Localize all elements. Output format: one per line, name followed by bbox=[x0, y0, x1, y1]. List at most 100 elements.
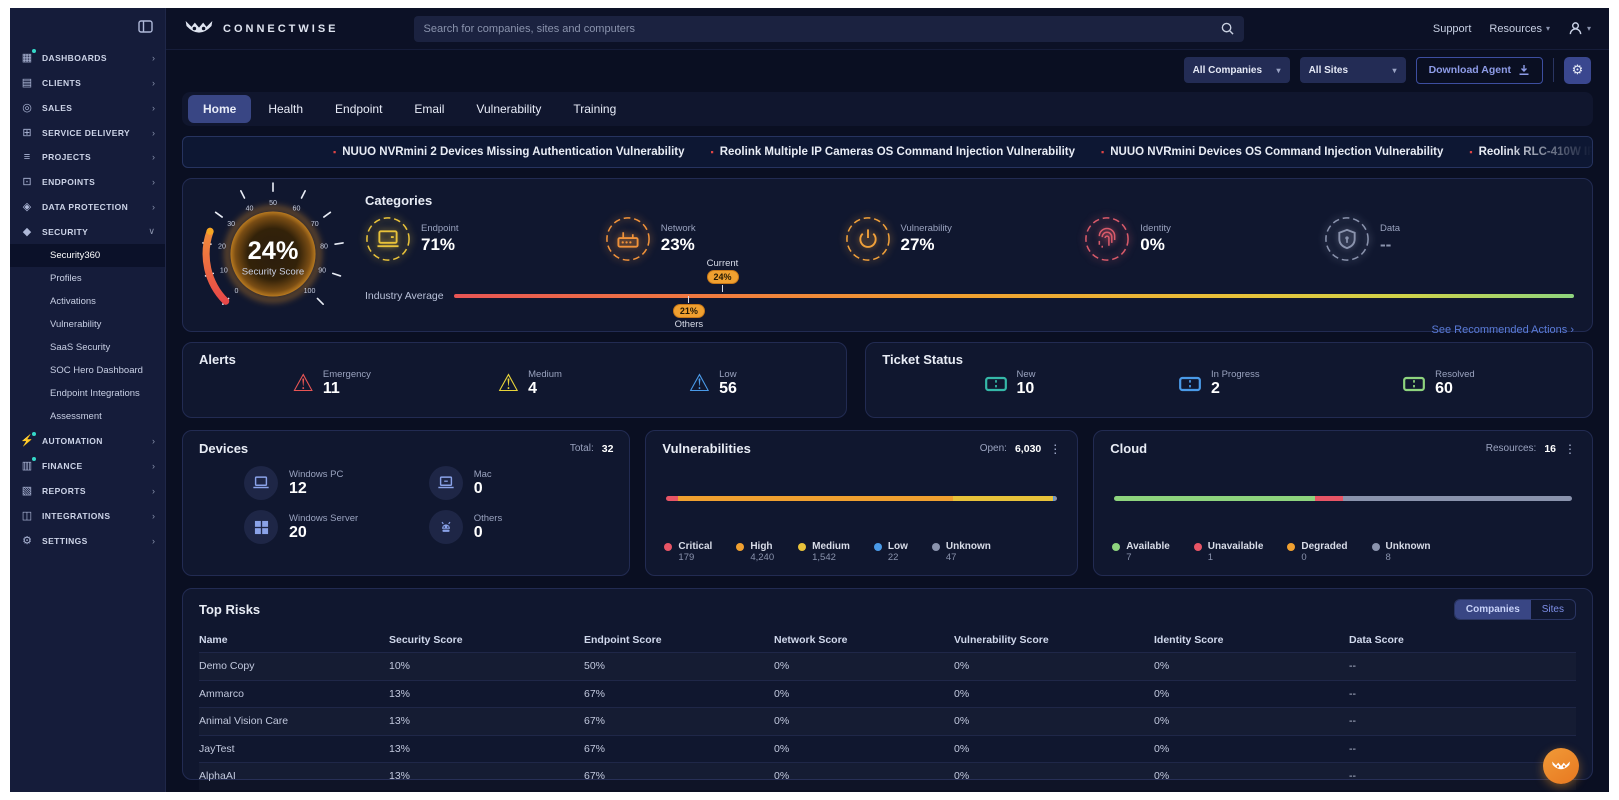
tab[interactable]: Vulnerability bbox=[461, 95, 556, 123]
tab[interactable]: Training bbox=[558, 95, 631, 123]
sidebar-subitem[interactable]: SaaS Security bbox=[10, 336, 165, 359]
fingerprint-icon bbox=[1084, 216, 1130, 262]
sidebar-item[interactable]: ▦ DASHBOARDS › bbox=[10, 45, 165, 70]
sidebar-item[interactable]: ≡ PROJECTS › bbox=[10, 145, 165, 169]
sidebar-item[interactable]: ▧ REPORTS › bbox=[10, 478, 165, 503]
chevron-down-icon: ▾ bbox=[1546, 24, 1550, 33]
bar-segment bbox=[678, 496, 953, 501]
vulnerability-ticker: ▪NUUO NVRmini 2 Devices Missing Authenti… bbox=[182, 136, 1593, 168]
column-header: Name bbox=[199, 634, 389, 646]
sidebar-item-label: SALES bbox=[42, 103, 144, 113]
sidebar-subitem[interactable]: Vulnerability bbox=[10, 313, 165, 336]
legend-item: Low22 bbox=[874, 541, 908, 563]
screenshot-frame: ▦ DASHBOARDS › ▤ CLIENTS › ◎ SALES › ⊞ S… bbox=[0, 0, 1619, 800]
sidebar-item[interactable]: ◈ DATA PROTECTION › bbox=[10, 194, 165, 219]
companies-filter-dropdown[interactable]: All Companies▾ bbox=[1184, 57, 1290, 83]
vulnerabilities-title: Vulnerabilities bbox=[662, 441, 750, 456]
notification-dot bbox=[32, 432, 36, 436]
table-row[interactable]: Ammarco 13% 67% 0% 0% 0% -- bbox=[199, 680, 1576, 708]
download-icon bbox=[1518, 64, 1530, 76]
sidebar-item-label: SETTINGS bbox=[42, 536, 144, 546]
table-row[interactable]: Demo Copy 10% 50% 0% 0% 0% -- bbox=[199, 652, 1576, 680]
search-icon[interactable] bbox=[1221, 22, 1234, 35]
sidebar-collapse-icon[interactable] bbox=[138, 20, 153, 33]
connectwise-chat-button[interactable] bbox=[1543, 748, 1579, 784]
sidebar-item[interactable]: ◫ INTEGRATIONS › bbox=[10, 503, 165, 528]
sidebar-item[interactable]: ◎ SALES › bbox=[10, 95, 165, 120]
support-link[interactable]: Support bbox=[1433, 23, 1472, 35]
device-mac: Mac0 bbox=[429, 466, 594, 500]
categories-title: Categories bbox=[365, 185, 1574, 208]
cell-data-score: -- bbox=[1349, 660, 1576, 672]
cell-network-score: 0% bbox=[774, 715, 954, 727]
dashboard-content: HomeHealthEndpointEmailVulnerabilityTrai… bbox=[166, 90, 1609, 792]
cell-name: Ammarco bbox=[199, 688, 389, 700]
tabs-group: HomeHealthEndpointEmailVulnerabilityTrai… bbox=[188, 95, 631, 123]
sidebar-item[interactable]: ◆ SECURITY ∨ bbox=[10, 219, 165, 244]
ticker-item[interactable]: ▪Reolink Multiple IP Cameras OS Command … bbox=[711, 146, 1076, 158]
ticket-stat: Resolved60 bbox=[1402, 369, 1475, 398]
sidebar-item-icon: ≡ bbox=[20, 151, 34, 163]
sidebar-item[interactable]: ▤ CLIENTS › bbox=[10, 70, 165, 95]
see-recommended-actions-link[interactable]: See Recommended Actions › bbox=[1432, 324, 1574, 336]
tab[interactable]: Home bbox=[188, 95, 251, 123]
cell-name: Animal Vision Care bbox=[199, 715, 389, 727]
legend-item: High4,240 bbox=[736, 541, 774, 563]
search-input[interactable] bbox=[424, 23, 1221, 35]
sidebar-item[interactable]: ⊞ SERVICE DELIVERY › bbox=[10, 120, 165, 145]
bar-segment bbox=[666, 496, 678, 501]
category-endpoint: Endpoint71% bbox=[365, 216, 555, 262]
sites-filter-dropdown[interactable]: All Sites▾ bbox=[1300, 57, 1406, 83]
ticker-item[interactable]: ▪NUUO NVRmini 2 Devices Missing Authenti… bbox=[333, 146, 685, 158]
tab[interactable]: Endpoint bbox=[320, 95, 397, 123]
table-row[interactable]: JayTest 13% 67% 0% 0% 0% -- bbox=[199, 735, 1576, 763]
sidebar-item[interactable]: ▥ FINANCE › bbox=[10, 453, 165, 478]
sidebar-item-icon: ◫ bbox=[20, 509, 34, 522]
sidebar-item-icon: ▦ bbox=[20, 51, 34, 64]
toggle-option[interactable]: Sites bbox=[1531, 600, 1575, 619]
resources-menu[interactable]: Resources▾ bbox=[1489, 23, 1550, 35]
tab[interactable]: Email bbox=[399, 95, 459, 123]
bar-segment bbox=[1343, 496, 1572, 501]
divider bbox=[1553, 58, 1554, 82]
sidebar-bottom-group: ⚡ AUTOMATION › ▥ FINANCE › ▧ REPORTS › ◫… bbox=[10, 428, 165, 553]
sidebar-item[interactable]: ⚡ AUTOMATION › bbox=[10, 428, 165, 453]
sidebar-subitem[interactable]: SOC Hero Dashboard bbox=[10, 359, 165, 382]
table-row[interactable]: Animal Vision Care 13% 67% 0% 0% 0% -- bbox=[199, 707, 1576, 735]
cell-endpoint-score: 67% bbox=[584, 715, 774, 727]
sidebar-subitem[interactable]: Profiles bbox=[10, 267, 165, 290]
cell-network-score: 0% bbox=[774, 770, 954, 782]
sidebar-subitem[interactable]: Endpoint Integrations bbox=[10, 382, 165, 405]
kebab-menu-icon[interactable]: ⋮ bbox=[1049, 442, 1061, 456]
sidebar-subitem[interactable]: Activations bbox=[10, 290, 165, 313]
cell-identity-score: 0% bbox=[1154, 743, 1349, 755]
legend-dot bbox=[874, 543, 882, 551]
tab[interactable]: Health bbox=[253, 95, 318, 123]
filter-row: All Companies▾ All Sites▾ Download Agent… bbox=[166, 50, 1609, 90]
industry-average-bar bbox=[454, 294, 1574, 298]
ticket-status-card: Ticket Status New10 bbox=[865, 342, 1593, 418]
toggle-option[interactable]: Companies bbox=[1455, 600, 1531, 619]
svg-text:20: 20 bbox=[218, 242, 226, 250]
sidebar-item[interactable]: ⚙ SETTINGS › bbox=[10, 528, 165, 553]
current-value-badge: 24% bbox=[706, 270, 738, 284]
download-agent-button[interactable]: Download Agent bbox=[1416, 57, 1543, 84]
svg-text:70: 70 bbox=[311, 220, 319, 228]
sidebar-item-icon: ⚙ bbox=[20, 534, 34, 547]
sidebar-subitem[interactable]: Security360 bbox=[10, 244, 165, 267]
dashboard-settings-button[interactable]: ⚙ bbox=[1564, 57, 1591, 84]
legend-item: Available7 bbox=[1112, 541, 1170, 563]
ticker-item[interactable]: ▪Reolink RLC-410W IP Camera OS Command I… bbox=[1469, 146, 1593, 158]
table-row[interactable]: AlphaAI 13% 67% 0% 0% 0% -- bbox=[199, 762, 1576, 790]
chevron-icon: › bbox=[152, 103, 155, 113]
cell-security-score: 13% bbox=[389, 688, 584, 700]
cell-identity-score: 0% bbox=[1154, 770, 1349, 782]
kebab-menu-icon[interactable]: ⋮ bbox=[1564, 442, 1576, 456]
warning-triangle-icon: ⚠ bbox=[689, 372, 711, 396]
ticker-item[interactable]: ▪NUUO NVRmini Devices OS Command Injecti… bbox=[1101, 146, 1443, 158]
windows-icon bbox=[254, 520, 269, 535]
sidebar-item[interactable]: ⊡ ENDPOINTS › bbox=[10, 169, 165, 194]
user-menu[interactable]: ▾ bbox=[1568, 21, 1591, 36]
svg-text:30: 30 bbox=[227, 220, 235, 228]
sidebar-subitem[interactable]: Assessment bbox=[10, 405, 165, 428]
